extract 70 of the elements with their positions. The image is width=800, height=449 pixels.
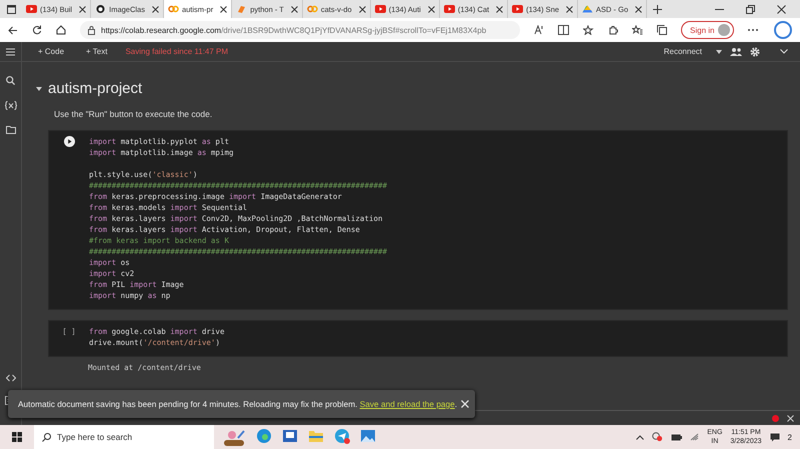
photos-app-icon[interactable] [360, 428, 376, 444]
windows-start-icon[interactable] [12, 432, 22, 442]
close-icon[interactable] [358, 6, 366, 12]
battery-icon[interactable] [671, 434, 682, 440]
dropdown-caret-icon[interactable] [716, 50, 722, 54]
close-icon[interactable] [428, 6, 435, 12]
save-status: Saving failed since 11:47 PM [125, 47, 228, 56]
collections-icon[interactable] [657, 25, 667, 35]
close-icon[interactable] [290, 6, 298, 12]
folder-icon[interactable] [6, 126, 16, 134]
document-app-icon[interactable] [282, 428, 298, 444]
collapse-chevron-icon[interactable] [780, 49, 788, 54]
close-icon[interactable] [777, 4, 786, 14]
menu-icon[interactable] [6, 48, 15, 56]
play-logo-icon [374, 5, 386, 13]
close-icon[interactable] [152, 6, 159, 12]
refresh-icon[interactable] [32, 25, 42, 35]
close-icon[interactable] [79, 6, 86, 12]
intro-text: Use the "Run" button to execute the code. [54, 109, 214, 119]
back-arrow-icon[interactable] [8, 26, 18, 34]
add-code-button[interactable]: + Code [32, 46, 70, 57]
code-snippets-icon[interactable] [6, 374, 16, 382]
restore-icon[interactable] [746, 4, 755, 14]
settings-icon[interactable] [750, 46, 760, 56]
home-icon[interactable] [56, 25, 66, 35]
read-aloud-icon[interactable] [534, 25, 544, 35]
address-bar[interactable]: https://colab.research.google.com/drive/1BSR9DwthWC8Q1PjYfDVANARSg-jyjBSf#scrollTo=vFEj1M83X4pb [80, 21, 520, 39]
notification-count[interactable]: 2 [788, 432, 792, 442]
sign-in-button[interactable]: Sign in [681, 21, 734, 39]
avatar-icon [718, 24, 730, 36]
double-c-logo-icon [168, 5, 179, 13]
chevron-up-icon[interactable] [636, 434, 644, 440]
add-text-button[interactable]: + Text [80, 46, 114, 57]
lock-icon [88, 26, 95, 34]
extensions-icon[interactable] [608, 25, 618, 35]
section-heading: autism-project [48, 80, 142, 97]
search-icon[interactable] [6, 76, 15, 85]
toast-message: Automatic document saving has been pending for 4 minutes. Reloading may fix the problem. Save and reload the page. [18, 399, 458, 409]
slanted-logo-icon [236, 5, 248, 13]
search-icon [42, 432, 51, 442]
double-c-logo-icon [306, 5, 318, 13]
favorite-star-icon[interactable] [583, 25, 594, 35]
triangle-logo-icon [582, 5, 594, 13]
flower-pot-drawing[interactable] [222, 428, 246, 446]
notification-icon[interactable] [770, 432, 780, 442]
cloud-error-icon[interactable] [652, 432, 664, 442]
save-and-reload-link[interactable]: Save and reload the page [360, 399, 455, 409]
bing-chat-icon[interactable] [774, 21, 792, 39]
close-icon[interactable] [635, 6, 642, 12]
taskbar-search-field[interactable]: Type here to search [34, 425, 214, 449]
tab-actions-icon[interactable] [6, 4, 16, 14]
close-icon[interactable] [220, 6, 228, 12]
close-icon[interactable] [566, 6, 574, 12]
play-logo-icon [26, 5, 37, 13]
reconnect-button[interactable]: Reconnect [658, 46, 708, 57]
reader-view-icon[interactable] [558, 25, 569, 35]
url-text: https://colab.research.google.com/drive/1BSR9DwthWC8Q1PjYfDVANARSg-jyjBSf#scrollTo=vFEj1M83X4pb [101, 26, 486, 34]
favorites-icon[interactable] [632, 25, 643, 35]
close-icon[interactable] [496, 6, 504, 12]
play-logo-icon [444, 5, 455, 13]
paper-plane-icon[interactable] [334, 428, 350, 444]
variables-icon[interactable] [4, 101, 16, 110]
close-icon [461, 400, 469, 408]
people-icon[interactable] [730, 48, 742, 56]
play-logo-icon [512, 5, 524, 13]
run-cell-icon[interactable] [64, 136, 74, 147]
status-dot [772, 414, 779, 422]
new-tab-plus-icon[interactable] [653, 4, 662, 14]
folder-icon[interactable] [308, 428, 324, 444]
collapse-caret-icon[interactable] [36, 86, 42, 90]
